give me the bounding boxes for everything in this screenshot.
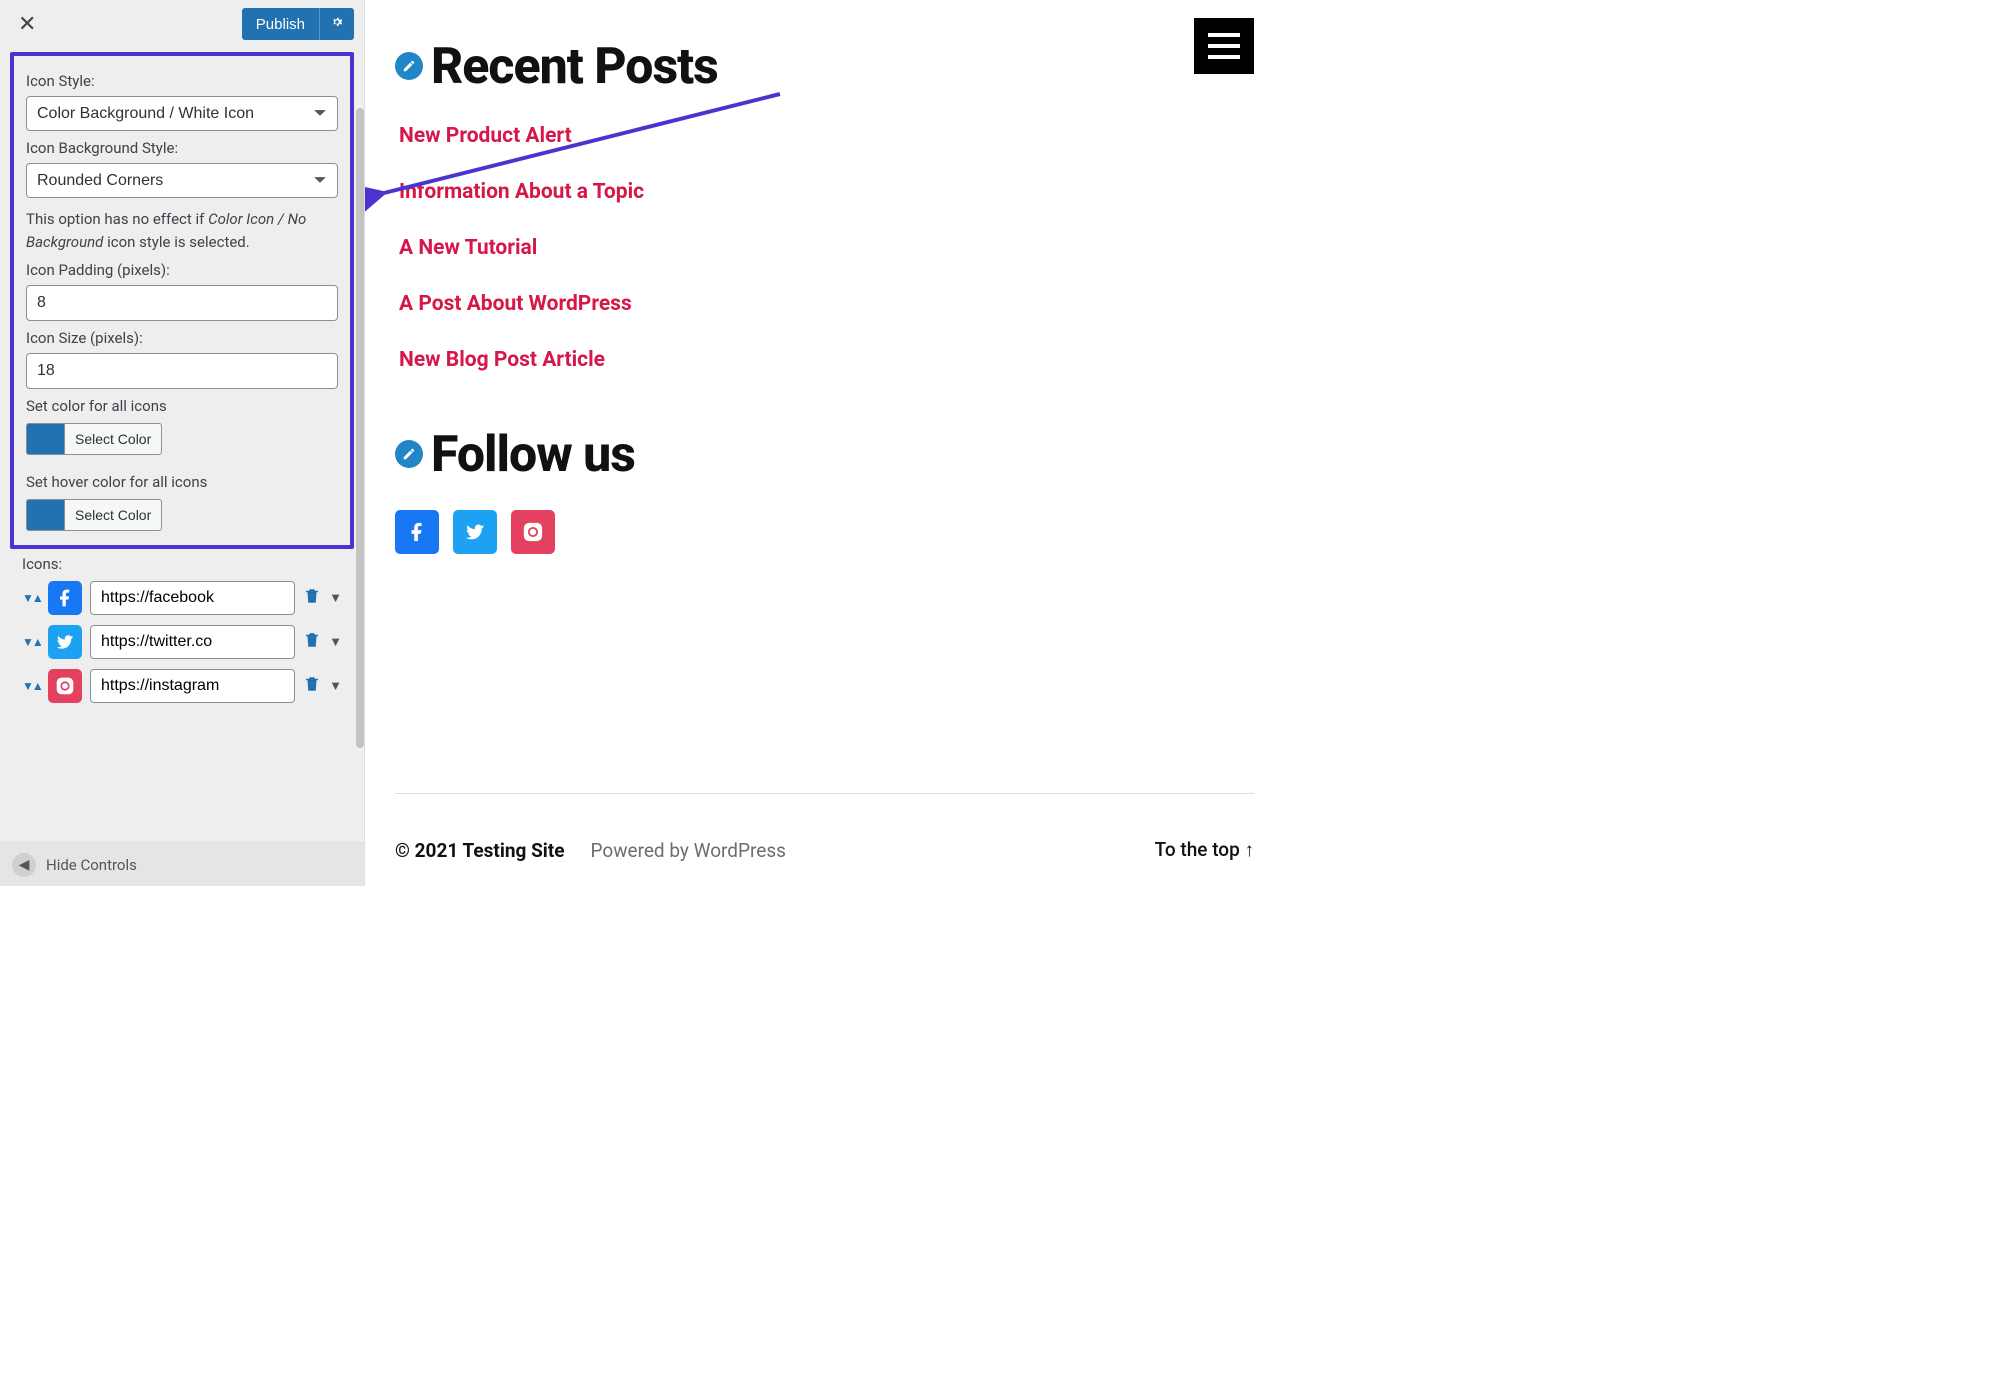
twitter-url-input[interactable]	[90, 625, 295, 659]
icon-row-twitter: ▼▲ ▼	[22, 625, 342, 659]
gear-icon	[330, 16, 344, 33]
facebook-icon	[406, 521, 428, 543]
hover-color-swatch[interactable]	[26, 499, 64, 531]
follow-us-title: Follow us	[431, 426, 635, 484]
icon-row-facebook: ▼▲ ▼	[22, 581, 342, 615]
post-link[interactable]: New Product Alert	[399, 124, 1288, 148]
sidebar-footer: ◀ Hide Controls	[0, 842, 364, 886]
instagram-icon	[48, 669, 82, 703]
chevron-down-icon[interactable]: ▼	[329, 590, 342, 606]
icon-row-instagram: ▼▲ ▼	[22, 669, 342, 703]
bg-style-hint: This option has no effect if Color Icon …	[26, 208, 338, 253]
collapse-icon[interactable]: ◀	[12, 853, 36, 877]
twitter-link[interactable]	[453, 510, 497, 554]
post-link[interactable]: A New Tutorial	[399, 236, 1288, 260]
facebook-link[interactable]	[395, 510, 439, 554]
delete-icon[interactable]	[303, 586, 321, 610]
icon-size-input[interactable]	[26, 353, 338, 389]
site-footer: © 2021 Testing Site Powered by WordPress…	[395, 793, 1254, 862]
chevron-down-icon[interactable]: ▼	[329, 634, 342, 650]
icon-style-select[interactable]: Color Background / White Icon	[26, 96, 338, 131]
follow-us-widget: Follow us	[395, 426, 1288, 554]
footer-copyright: © 2021 Testing Site	[395, 839, 565, 862]
icon-bg-style-label: Icon Background Style:	[26, 139, 338, 157]
footer-powered-by[interactable]: Powered by WordPress	[591, 839, 786, 862]
post-link[interactable]: New Blog Post Article	[399, 348, 1288, 372]
reorder-handle[interactable]: ▼▲	[22, 635, 40, 649]
customizer-sidebar: ✕ Publish Icon Style: Color Background /…	[0, 0, 365, 886]
icon-padding-label: Icon Padding (pixels):	[26, 261, 338, 279]
pencil-icon	[402, 447, 416, 461]
post-link[interactable]: A Post About WordPress	[399, 292, 1288, 316]
select-hover-color-button[interactable]: Select Color	[64, 499, 162, 531]
sidebar-body: Icon Style: Color Background / White Ico…	[0, 48, 364, 842]
close-icon[interactable]: ✕	[10, 8, 44, 41]
select-color-button[interactable]: Select Color	[64, 423, 162, 455]
instagram-url-input[interactable]	[90, 669, 295, 703]
edit-widget-button[interactable]	[395, 440, 423, 468]
delete-icon[interactable]	[303, 674, 321, 698]
facebook-icon	[48, 581, 82, 615]
sidebar-header: ✕ Publish	[0, 0, 364, 48]
post-link[interactable]: Information About a Topic	[399, 180, 1288, 204]
pencil-icon	[402, 59, 416, 73]
instagram-link[interactable]	[511, 510, 555, 554]
twitter-icon	[464, 521, 486, 543]
recent-posts-title: Recent Posts	[431, 38, 718, 96]
edit-widget-button[interactable]	[395, 52, 423, 80]
icons-label: Icons:	[22, 555, 342, 573]
site-preview: Recent Posts New Product Alert Informati…	[365, 0, 1288, 886]
facebook-url-input[interactable]	[90, 581, 295, 615]
set-color-label: Set color for all icons	[26, 397, 338, 415]
chevron-down-icon[interactable]: ▼	[329, 678, 342, 694]
reorder-handle[interactable]: ▼▲	[22, 679, 40, 693]
publish-settings-button[interactable]	[319, 8, 354, 40]
hide-controls-button[interactable]: Hide Controls	[46, 856, 137, 874]
icons-section: Icons: ▼▲ ▼ ▼▲ ▼	[10, 549, 354, 723]
icon-style-label: Icon Style:	[26, 72, 338, 90]
color-swatch[interactable]	[26, 423, 64, 455]
delete-icon[interactable]	[303, 630, 321, 654]
instagram-icon	[522, 521, 544, 543]
icon-size-label: Icon Size (pixels):	[26, 329, 338, 347]
scrollbar[interactable]	[356, 108, 364, 748]
menu-toggle-button[interactable]	[1194, 18, 1254, 74]
icon-bg-style-select[interactable]: Rounded Corners	[26, 163, 338, 198]
highlighted-settings-group: Icon Style: Color Background / White Ico…	[10, 52, 354, 549]
recent-posts-list: New Product Alert Information About a To…	[399, 124, 1288, 372]
social-icons-row	[395, 510, 1288, 554]
publish-button[interactable]: Publish	[242, 8, 319, 40]
reorder-handle[interactable]: ▼▲	[22, 591, 40, 605]
recent-posts-widget: Recent Posts New Product Alert Informati…	[395, 38, 1288, 372]
set-hover-color-label: Set hover color for all icons	[26, 473, 338, 491]
icon-padding-input[interactable]	[26, 285, 338, 321]
to-the-top-link[interactable]: To the top ↑	[1155, 838, 1254, 862]
twitter-icon	[48, 625, 82, 659]
